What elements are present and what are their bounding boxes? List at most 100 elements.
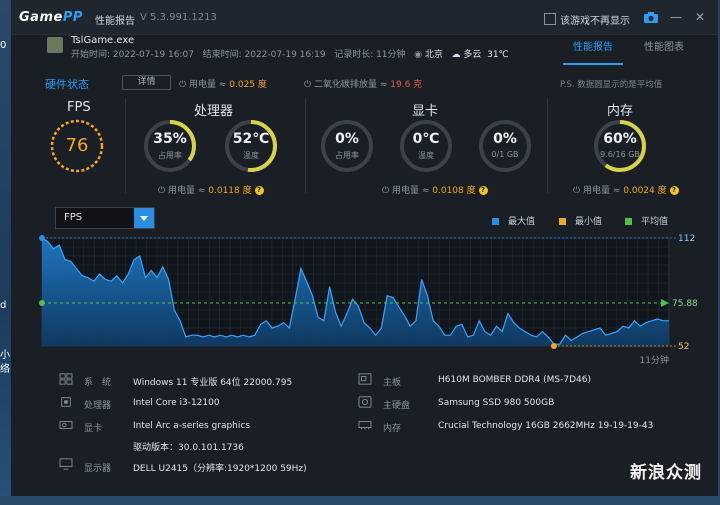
average-marker xyxy=(39,300,45,307)
active-tab-indicator xyxy=(563,63,623,65)
window-title: 性能报告 xyxy=(95,16,135,27)
spec-label: 内存 xyxy=(383,424,402,434)
fps-title: FPS xyxy=(67,100,91,115)
desktop-fragment: 络 xyxy=(0,364,10,375)
power-icon: ⏻ xyxy=(158,186,166,196)
gpu-power: ⏻ 用电量 ≈ 0.0108 度 ? xyxy=(382,183,488,196)
taskbar xyxy=(0,496,720,505)
co2-emission: ⏻ 二氧化碳排放量 ≈ 19.6 克 xyxy=(304,80,423,90)
legend-swatch xyxy=(625,218,632,225)
total-power: ⏻ 用电量 ≈ 0.025 度 xyxy=(179,80,267,90)
desktop-fragment: 小 xyxy=(0,350,10,361)
details-button[interactable]: 详情 xyxy=(122,75,171,90)
city: 北京 xyxy=(424,50,443,60)
desktop-fragment: 0 xyxy=(0,40,7,51)
help-icon[interactable]: ? xyxy=(254,186,264,195)
performance-report-window: GamePP 性能报告 V 5.3.991.1213 该游戏不再显示 — ✕ T… xyxy=(11,0,718,496)
power-icon: ⏻ xyxy=(179,80,187,90)
gpu-memory-label: 0/1 GB xyxy=(491,150,519,159)
cpu-icon xyxy=(61,397,71,407)
legend-swatch xyxy=(492,218,499,225)
system-specs: 系 统 Windows 11 专业版 64位 22000.795 处理器 Int… xyxy=(11,368,718,496)
spec-value: Intel Core i3-12100 xyxy=(133,398,220,408)
cloud-icon: ☁ xyxy=(451,50,461,60)
gpu-memory-value: 0% xyxy=(493,131,517,147)
cpu-usage-value: 35% xyxy=(153,131,187,147)
version-label: V 5.3.991.1213 xyxy=(140,12,217,23)
no-show-label[interactable]: 该游戏不再显示 xyxy=(560,12,630,27)
desktop-fragment: d xyxy=(0,300,7,311)
tab-performance-chart[interactable]: 性能图表 xyxy=(644,38,684,53)
average-label: 75.88 xyxy=(672,299,698,309)
end-time: 结束时间: 2022-07-19 16:19 xyxy=(202,50,326,60)
location-icon: ◉ xyxy=(414,50,422,60)
ram-usage-gauge: 60% 9.6/16 GB xyxy=(592,118,648,174)
power-icon: ⏻ xyxy=(573,186,581,196)
watermark-logo: 新浪众测 xyxy=(630,463,702,483)
legend-avg: 平均值 xyxy=(625,214,668,227)
spec-label: 主板 xyxy=(383,378,402,388)
board-icon xyxy=(358,373,372,385)
spec-label: 系 统 xyxy=(84,378,112,388)
gpu-driver-version: 驱动版本：30.0.101.1736 xyxy=(133,443,244,453)
session-times: 开始时间: 2022-07-19 16:07 结束时间: 2022-07-19 … xyxy=(71,47,509,60)
gpu-temp-value: 0℃ xyxy=(412,131,440,147)
spec-label: 处理器 xyxy=(84,401,112,411)
fps-gauge: 76 xyxy=(49,118,105,174)
gpu-memory-gauge: 0% 0/1 GB xyxy=(477,118,533,174)
co2-icon: ⏻ xyxy=(304,80,312,90)
gpu-temp-gauge: 0℃ 温度 xyxy=(398,118,454,174)
weather: 多云 xyxy=(463,50,482,60)
cpu-temp-label: 温度 xyxy=(243,151,259,160)
ram-usage-value: 60% xyxy=(603,131,637,147)
gpu-title: 显卡 xyxy=(412,104,439,119)
session-info: TslGame.exe 开始时间: 2022-07-19 16:07 结束时间:… xyxy=(11,35,718,65)
max-label: 112 xyxy=(678,234,695,244)
spec-value: Windows 11 专业版 64位 22000.795 xyxy=(133,378,293,388)
camera-icon[interactable] xyxy=(644,12,658,23)
help-icon[interactable]: ? xyxy=(478,186,488,195)
monitor-icon xyxy=(59,458,73,470)
close-icon[interactable]: ✕ xyxy=(695,10,705,24)
spec-value: H610M BOMBER DDR4 (MS-7D46) xyxy=(438,375,591,385)
ps-note: P.S. 数据圆显示的是平均值 xyxy=(560,80,663,90)
ram-icon xyxy=(358,421,372,430)
gpu-icon xyxy=(59,421,73,429)
min-label: 52 xyxy=(678,342,689,352)
spec-value: Crucial Technology 16GB 2662MHz 19-19-19… xyxy=(438,421,654,431)
gpu-usage-label: 占用率 xyxy=(335,151,359,160)
cpu-usage-label: 占用率 xyxy=(158,151,182,160)
spec-value: Intel Arc a-series graphics xyxy=(133,421,251,431)
ram-usage-label: 9.6/16 GB xyxy=(600,150,640,159)
tab-performance-report[interactable]: 性能报告 xyxy=(573,38,613,53)
hardware-status-row: 硬件状态 详情 ⏻ 用电量 ≈ 0.025 度 ⏻ 二氧化碳排放量 ≈ 19.6… xyxy=(11,72,718,92)
help-icon[interactable]: ? xyxy=(669,186,679,195)
temperature: 31℃ xyxy=(487,50,509,60)
cpu-usage-gauge: 35% 占用率 xyxy=(142,118,198,174)
cpu-temp-gauge: 52℃ 温度 xyxy=(223,118,279,174)
minimize-icon[interactable]: — xyxy=(670,10,682,24)
app-logo: GamePP xyxy=(19,10,83,25)
legend-max: 最大值 xyxy=(492,214,535,227)
gpu-usage-gauge: 0% 占用率 xyxy=(319,118,375,174)
spec-value: DELL U2415（分辨率:1920*1200 59Hz) xyxy=(133,464,307,474)
game-name: TslGame.exe xyxy=(71,35,135,46)
disk-icon xyxy=(358,396,372,408)
cpu-power: ⏻ 用电量 ≈ 0.0118 度 ? xyxy=(158,183,264,196)
cpu-temp-value: 52℃ xyxy=(232,131,270,147)
spec-label: 显卡 xyxy=(84,424,103,434)
title-bar: GamePP 性能报告 V 5.3.991.1213 该游戏不再显示 — ✕ xyxy=(11,0,718,35)
divider xyxy=(547,98,548,193)
no-show-checkbox[interactable] xyxy=(544,13,556,25)
hardware-status-title: 硬件状态 xyxy=(45,78,89,91)
fps-value: 76 xyxy=(65,135,89,156)
chevron-down-icon[interactable] xyxy=(134,208,154,228)
ram-title: 内存 xyxy=(607,104,634,119)
game-icon xyxy=(47,37,63,53)
spec-label: 主硬盘 xyxy=(383,401,411,411)
gpu-temp-label: 温度 xyxy=(418,151,434,160)
metric-dropdown[interactable]: FPS xyxy=(55,207,155,229)
ram-power: ⏻ 用电量 ≈ 0.0024 度 ? xyxy=(573,183,679,196)
gpu-usage-value: 0% xyxy=(335,131,359,147)
legend-swatch xyxy=(559,218,566,225)
